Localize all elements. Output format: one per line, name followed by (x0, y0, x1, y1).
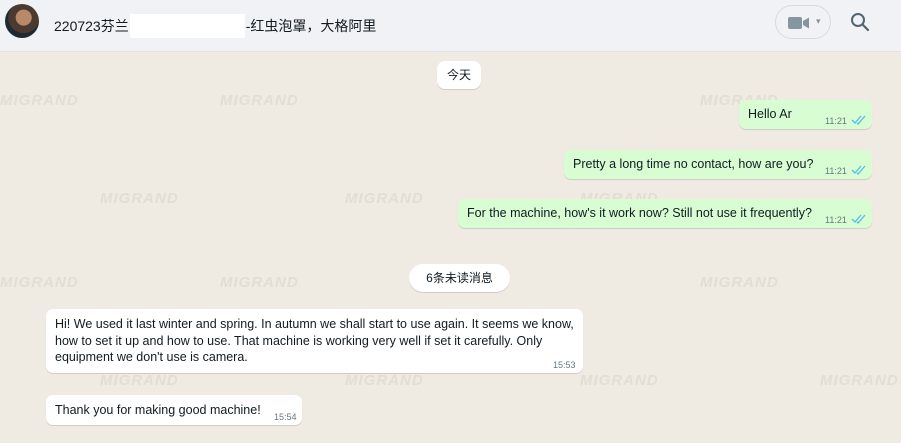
chevron-down-icon: ▾ (816, 16, 821, 26)
video-camera-icon (788, 17, 809, 29)
message-text: Hello Ar (748, 107, 792, 121)
watermark: MIGRAND (220, 274, 299, 291)
chat-area[interactable]: MIGRAND MIGRAND MIGRAND MIGRAND MIGRAND … (0, 52, 901, 443)
chat-title[interactable]: 220723芬兰 -红虫泡罩，大格阿里 (54, 14, 376, 38)
watermark: MIGRAND (0, 92, 79, 109)
watermark: MIGRAND (820, 372, 899, 389)
double-check-icon (851, 165, 866, 175)
watermark: MIGRAND (700, 274, 779, 291)
message-text: Hi! We used it last winter and spring. I… (55, 317, 574, 364)
chat-header: 220723芬兰 -红虫泡罩，大格阿里 ▾ (0, 0, 901, 52)
watermark: MIGRAND (220, 92, 299, 109)
watermark: MIGRAND (100, 372, 179, 389)
watermark: MIGRAND (345, 372, 424, 389)
message-time: 15:54 (274, 412, 297, 422)
chat-title-suffix: -红虫泡罩，大格阿里 (245, 18, 377, 34)
video-call-button[interactable]: ▾ (775, 5, 831, 39)
redacted-block (129, 14, 245, 38)
double-check-icon (851, 115, 866, 125)
message-outgoing[interactable]: For the machine, how's it work now? Stil… (458, 199, 872, 228)
message-time: 11:21 (825, 166, 847, 176)
message-time: 15:53 (553, 360, 576, 370)
message-time: 11:21 (825, 116, 847, 126)
avatar[interactable] (5, 4, 39, 38)
search-icon[interactable] (850, 12, 870, 32)
watermark: MIGRAND (580, 372, 659, 389)
message-outgoing[interactable]: Hello Ar 11:21 (739, 100, 872, 129)
message-text: Thank you for making good machine! (55, 403, 261, 417)
double-check-icon (851, 214, 866, 224)
unread-divider: 6条未读消息 (409, 264, 510, 292)
message-incoming[interactable]: Thank you for making good machine! 15:54 (46, 395, 302, 425)
message-text: For the machine, how's it work now? Stil… (467, 206, 812, 220)
watermark: MIGRAND (100, 190, 179, 207)
message-text: Pretty a long time no contact, how are y… (573, 157, 814, 171)
watermark: MIGRAND (345, 190, 424, 207)
date-divider: 今天 (437, 61, 481, 89)
chat-title-prefix: 220723芬兰 (54, 18, 129, 34)
watermark: MIGRAND (0, 274, 79, 291)
message-outgoing[interactable]: Pretty a long time no contact, how are y… (564, 150, 872, 179)
message-time: 11:21 (825, 215, 847, 225)
message-incoming[interactable]: Hi! We used it last winter and spring. I… (46, 309, 583, 373)
